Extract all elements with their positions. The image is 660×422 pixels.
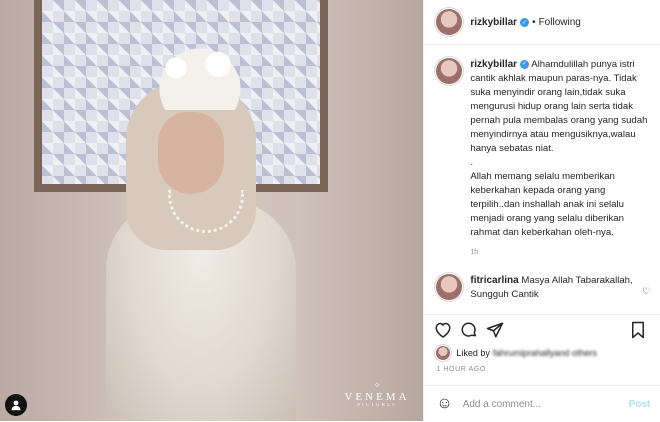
header-separator: • <box>532 16 536 28</box>
watermark-subtitle: PICTURES <box>357 403 397 408</box>
verified-badge-icon: ✓ <box>520 59 530 69</box>
watermark-emblem-icon: ✧ <box>373 380 381 390</box>
commenter-username[interactable]: fitricarlina <box>470 275 518 286</box>
bride-face <box>158 112 224 194</box>
caption-username[interactable]: rizkybillar <box>470 59 517 70</box>
caption-paragraph-2: Allah memang selalu memberikan keberkaha… <box>470 171 624 238</box>
person-tag-icon <box>11 400 21 411</box>
bookmark-save-icon[interactable] <box>630 321 646 343</box>
author-avatar[interactable] <box>436 9 463 35</box>
like-comment-heart-icon[interactable]: ♡ <box>642 286 650 302</box>
author-username[interactable]: rizkybillar <box>470 17 517 28</box>
likes-row: Liked by fahrumiprahallyand others <box>436 346 597 360</box>
comment-item: fitricarlina Masya Allah Tabarakallah, S… <box>424 260 660 302</box>
emoji-icon[interactable]: ☺ <box>436 395 452 413</box>
comment-bubble-icon[interactable] <box>460 321 478 343</box>
like-heart-icon[interactable] <box>434 321 452 342</box>
add-comment-input[interactable] <box>460 397 615 411</box>
comments-section[interactable]: rizkybillar ✓ Alhamdulillah punya istri c… <box>424 52 660 308</box>
header-text: rizkybillar ✓ • Following <box>470 17 580 28</box>
caption-dot-line: . <box>470 157 474 168</box>
caption-body: rizkybillar ✓ Alhamdulillah punya istri c… <box>470 58 650 260</box>
comment-body: fitricarlina Masya Allah Tabarakallah, S… <box>470 274 638 302</box>
share-send-icon[interactable] <box>486 321 504 343</box>
liked-by-label: Liked by <box>456 348 490 358</box>
caption-age: 1h <box>470 249 479 256</box>
watermark-name: VENEMA <box>344 391 410 403</box>
action-bar <box>424 314 660 345</box>
bride-figure <box>96 40 306 421</box>
caption-paragraph-1: Alhamdulillah punya istri cantik akhlak … <box>470 59 648 154</box>
post-timestamp[interactable]: 1 HOUR AGO <box>436 366 486 373</box>
instagram-post: ✧ VENEMA PICTURES rizkybillar ✓ • Follow… <box>0 0 660 421</box>
caption-avatar[interactable] <box>436 58 463 84</box>
liked-by-names[interactable]: fahrumiprahallyand others <box>493 348 597 358</box>
commenter-avatar[interactable] <box>436 274 463 300</box>
photographer-watermark: ✧ VENEMA PICTURES <box>344 380 410 408</box>
verified-badge-icon: ✓ <box>520 17 530 27</box>
post-comment-button[interactable]: Post <box>629 399 651 410</box>
following-button[interactable]: Following <box>539 17 581 28</box>
caption: rizkybillar ✓ Alhamdulillah punya istri c… <box>424 52 660 260</box>
liker-avatar[interactable] <box>436 346 451 360</box>
post-photo[interactable]: ✧ VENEMA PICTURES <box>0 0 424 421</box>
add-comment-row: ☺ Post <box>424 385 660 422</box>
post-header: rizkybillar ✓ • Following <box>424 0 660 45</box>
post-sidebar: rizkybillar ✓ • Following rizkybillar ✓ A… <box>423 0 660 421</box>
siger-headdress <box>140 40 260 110</box>
person-tag-button[interactable] <box>5 394 27 416</box>
